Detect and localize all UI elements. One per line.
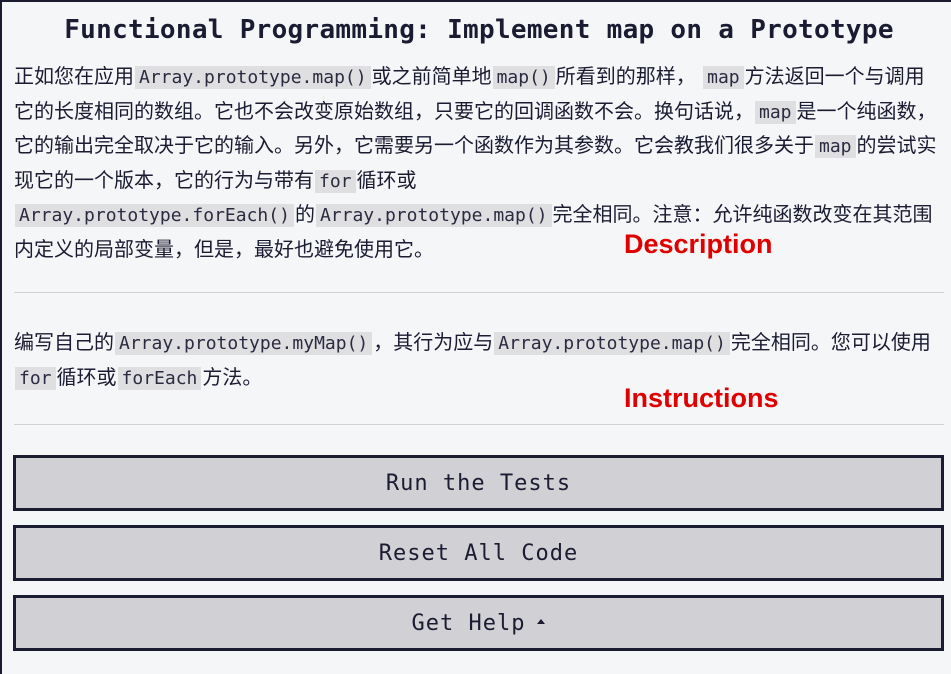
- section-divider: [14, 292, 944, 293]
- inline-code: for: [15, 366, 56, 390]
- instructions-text: 完全相同。您可以使用: [730, 330, 931, 354]
- inline-code: Array.prototype.map(): [135, 66, 371, 89]
- get-help-button[interactable]: Get Help: [13, 595, 944, 651]
- description-annotation: Description: [624, 229, 773, 259]
- inline-code: map: [755, 100, 796, 124]
- reset-code-button[interactable]: Reset All Code: [13, 525, 944, 581]
- instructions-text: ，其行为应与: [373, 330, 494, 354]
- inline-code: for: [315, 169, 356, 193]
- inline-code: Array.prototype.myMap(): [115, 332, 373, 355]
- description-text: 或之前简单地: [371, 64, 492, 88]
- section-divider: [14, 424, 944, 425]
- inline-code: forEach: [117, 366, 202, 390]
- description-text: 循环或: [356, 167, 417, 192]
- description-text: 正如您在应用: [14, 64, 134, 88]
- run-tests-button[interactable]: Run the Tests: [13, 455, 944, 511]
- inline-code: Array.prototype.map(): [494, 332, 730, 355]
- instructions-text: 编写自己的: [14, 330, 114, 354]
- challenge-instructions: 编写自己的 Array.prototype.myMap() ，其行为应与 Array.…: [14, 326, 944, 395]
- reset-code-label: Reset All Code: [378, 540, 579, 566]
- inline-code: Array.prototype.map(): [315, 204, 552, 227]
- instructions-annotation: Instructions: [624, 383, 779, 413]
- challenge-title: Functional Programming: Implement map on…: [64, 15, 894, 45]
- description-text: 的: [294, 202, 315, 226]
- get-help-label: Get Help: [411, 610, 526, 636]
- challenge-description: 正如您在应用 Array.prototype.map() 或之前简单地 map() 所看…: [14, 60, 944, 266]
- inline-code: map: [815, 135, 856, 158]
- frame-top-border: [0, 0, 951, 2]
- instructions-text: 循环或: [56, 364, 117, 389]
- description-text: 所看到的那样，: [555, 64, 703, 88]
- frame-left-border: [0, 0, 2, 674]
- inline-code: Array.prototype.forEach(): [15, 204, 294, 227]
- run-tests-label: Run the Tests: [385, 470, 572, 496]
- caret-up-icon: [537, 618, 546, 624]
- inline-code: map: [703, 66, 744, 89]
- instructions-text: 方法。: [202, 364, 263, 389]
- inline-code: map(): [492, 66, 555, 89]
